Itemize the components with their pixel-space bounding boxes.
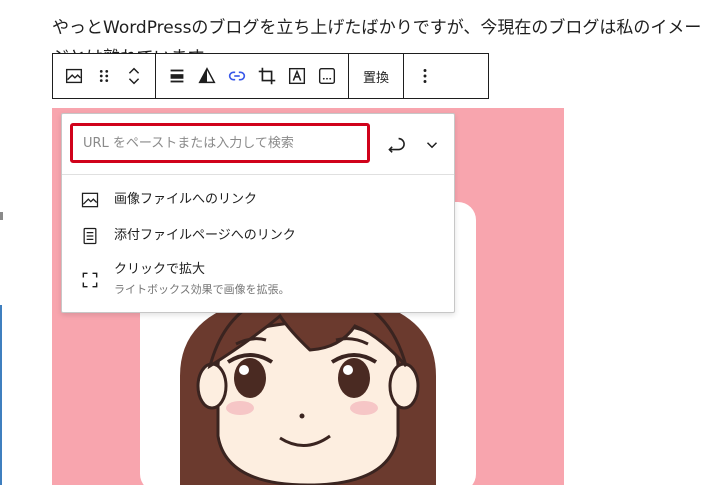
block-toolbar: 置換: [52, 53, 489, 99]
crop-icon[interactable]: [252, 54, 282, 98]
option-click-to-expand[interactable]: クリックで拡大 ライトボックス効果で画像を拡張。: [80, 260, 290, 298]
option-link-to-image-file[interactable]: 画像ファイルへのリンク: [80, 190, 257, 210]
fullscreen-icon: [80, 270, 100, 290]
replace-button[interactable]: 置換: [355, 67, 397, 86]
edge-marker: [0, 212, 3, 220]
text-overlay-icon[interactable]: [282, 54, 312, 98]
url-row: [62, 114, 454, 175]
option-label: 添付ファイルページへのリンク: [114, 228, 296, 243]
more-options-icon[interactable]: [410, 54, 440, 98]
option-label: クリックで拡大: [114, 262, 206, 277]
paragraph-block[interactable]: やっとWordPressのブログを立ち上げたばかりですが、今現在のブログは私のイ…: [52, 14, 726, 68]
option-description: ライトボックス効果で画像を拡張。: [114, 283, 290, 296]
paragraph-line-1: やっとWordPressのブログを立ち上げたばかりですが、今現在のブログは私のイ…: [52, 18, 702, 38]
toolbar-group-block: [53, 54, 156, 98]
caption-icon[interactable]: [312, 54, 342, 98]
duotone-icon[interactable]: [192, 54, 222, 98]
url-search-input[interactable]: [70, 123, 370, 163]
option-link-to-attachment-page[interactable]: 添付ファイルページへのリンク: [80, 226, 296, 246]
toolbar-group-tools: [156, 54, 349, 98]
avatar-illustration: [180, 288, 436, 485]
drag-handle-icon[interactable]: [89, 54, 119, 98]
link-popover: 画像ファイルへのリンク 添付ファイルページへのリンク クリックで拡大 ライトボッ…: [61, 113, 455, 313]
option-label: 画像ファイルへのリンク: [114, 192, 258, 207]
image-block-icon[interactable]: [59, 54, 89, 98]
link-icon[interactable]: [222, 54, 252, 98]
toolbar-group-replace: 置換: [349, 54, 405, 98]
image-icon: [80, 190, 100, 210]
chevron-down-icon[interactable]: [418, 131, 446, 159]
page-icon: [80, 226, 100, 246]
toolbar-group-options: [404, 54, 446, 98]
align-icon[interactable]: [162, 54, 192, 98]
editor-left-edge: [0, 0, 3, 485]
move-up-down-icon[interactable]: [119, 54, 149, 98]
submit-link-icon[interactable]: [380, 131, 408, 159]
edge-bar: [0, 305, 2, 485]
